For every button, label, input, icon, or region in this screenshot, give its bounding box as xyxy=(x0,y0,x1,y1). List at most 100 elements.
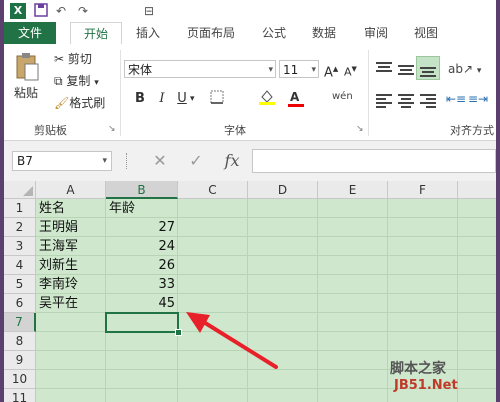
column-header-e[interactable]: E xyxy=(318,181,388,199)
tab-insert[interactable]: 插入 xyxy=(128,22,168,44)
orientation-icon[interactable]: ab↗ ▾ xyxy=(448,60,481,78)
bold-button[interactable]: B xyxy=(132,90,148,108)
italic-button[interactable]: I xyxy=(154,90,170,108)
ribbon-separator xyxy=(120,50,121,136)
row-header-8[interactable]: 8 xyxy=(4,332,36,351)
row-header-5[interactable]: 5 xyxy=(4,275,36,294)
align-left-icon[interactable] xyxy=(376,94,392,108)
tab-formulas[interactable]: 公式 xyxy=(256,22,292,44)
row-header-6[interactable]: 6 xyxy=(4,294,36,313)
align-top-icon[interactable] xyxy=(376,62,392,76)
underline-button[interactable]: U xyxy=(174,90,190,108)
font-name-value: 宋体 xyxy=(128,63,153,77)
row-header-1[interactable]: 1 xyxy=(4,199,36,218)
font-dialog-launcher-icon[interactable]: ↘ xyxy=(356,120,364,138)
formula-input[interactable] xyxy=(252,149,496,173)
tab-data[interactable]: 数据 xyxy=(306,22,342,44)
row-header-3[interactable]: 3 xyxy=(4,237,36,256)
cancel-icon[interactable]: ✕ xyxy=(148,151,172,171)
shrink-font-icon[interactable]: A▼ xyxy=(344,60,357,79)
cell-a5[interactable]: 李南玲 xyxy=(39,275,78,294)
insert-function-icon[interactable]: fx xyxy=(220,151,244,171)
cell-a4[interactable]: 刘新生 xyxy=(39,256,78,275)
chevron-down-icon: ▾ xyxy=(311,65,316,75)
clipboard-group-label: 剪贴板 xyxy=(34,124,67,137)
row-header-7[interactable]: 7 xyxy=(4,313,36,332)
cell-a3[interactable]: 王海军 xyxy=(39,237,78,256)
font-size-select[interactable]: 11 ▾ xyxy=(279,60,319,78)
watermark-logo: 脚本之家 JB51.Net xyxy=(390,358,490,396)
name-box[interactable]: B7 ▾ xyxy=(12,151,112,171)
tab-page-layout[interactable]: 页面布局 xyxy=(180,22,242,44)
font-color-icon[interactable]: A xyxy=(288,88,304,107)
cell-a6[interactable]: 吴平在 xyxy=(39,294,78,313)
copy-icon: ⧉ xyxy=(54,74,63,88)
cell-a1[interactable]: 姓名 xyxy=(39,199,65,218)
tab-home[interactable]: 开始 xyxy=(70,22,122,46)
format-painter-button[interactable]: 🖌格式刷 xyxy=(54,94,105,112)
row-header-4[interactable]: 4 xyxy=(4,256,36,275)
column-header-c[interactable]: C xyxy=(178,181,248,199)
row-header-10[interactable]: 10 xyxy=(4,370,36,389)
tab-view[interactable]: 视图 xyxy=(408,22,444,44)
watermark-line2: JB51.Net xyxy=(394,378,458,393)
copy-button[interactable]: ⧉ 复制 ▾ xyxy=(54,72,99,90)
name-box-value: B7 xyxy=(17,154,33,168)
active-cell-b7[interactable] xyxy=(105,312,179,333)
watermark-line1: 脚本之家 xyxy=(390,361,446,377)
column-header-f[interactable]: F xyxy=(388,181,458,199)
title-bar: X ↶ ↷ ⊟ xyxy=(4,0,496,22)
font-name-select[interactable]: 宋体 ▾ xyxy=(124,60,276,78)
chevron-down-icon[interactable]: ▾ xyxy=(190,90,195,108)
tab-file[interactable]: 文件 xyxy=(4,22,56,44)
redo-icon[interactable]: ↷ xyxy=(78,3,88,19)
undo-icon[interactable]: ↶ xyxy=(56,3,66,19)
paste-icon[interactable] xyxy=(14,52,40,82)
decrease-indent-icon[interactable]: ⇤≡ xyxy=(446,90,466,108)
cell-b1[interactable]: 年龄 xyxy=(109,199,135,218)
cell-a2[interactable]: 王明娟 xyxy=(39,218,78,237)
row-header-2[interactable]: 2 xyxy=(4,218,36,237)
phonetic-guide-icon[interactable]: wén xyxy=(332,88,353,106)
select-all-corner[interactable] xyxy=(4,181,36,199)
scissors-icon: ✂ xyxy=(54,52,65,66)
cut-label: 剪切 xyxy=(67,52,92,66)
clipboard-dialog-launcher-icon[interactable]: ↘ xyxy=(108,120,116,138)
grow-font-icon[interactable]: A▲ xyxy=(324,60,338,80)
ribbon-home: 粘贴 ✂ 剪切 ⧉ 复制 ▾ 🖌格式刷 剪贴板 ↘ 宋体 ▾ 11 ▾ A▲ A… xyxy=(4,44,496,141)
column-header-g[interactable] xyxy=(458,181,496,199)
align-right-icon[interactable] xyxy=(420,94,436,108)
column-header-d[interactable]: D xyxy=(248,181,318,199)
column-header-a[interactable]: A xyxy=(36,181,106,199)
name-box-resize-handle[interactable] xyxy=(126,153,129,169)
ribbon-separator xyxy=(368,50,369,136)
gridline xyxy=(317,199,318,402)
align-center-icon[interactable] xyxy=(398,94,414,108)
column-header-b[interactable]: B xyxy=(106,181,178,199)
save-icon[interactable] xyxy=(34,3,48,19)
row-header-11[interactable]: 11 xyxy=(4,389,36,402)
align-bottom-button[interactable] xyxy=(416,56,440,80)
cell-b5[interactable]: 33 xyxy=(106,275,175,294)
fill-color-icon[interactable] xyxy=(258,88,276,106)
tab-review[interactable]: 审阅 xyxy=(358,22,394,44)
enter-icon[interactable]: ✓ xyxy=(184,151,208,171)
borders-icon[interactable] xyxy=(210,90,224,108)
cell-b2[interactable]: 27 xyxy=(106,218,175,237)
worksheet-grid: A B C D E F 1 2 3 4 5 6 7 8 9 10 11 姓名 年… xyxy=(4,181,496,402)
formula-bar: B7 ▾ ✕ ✓ fx xyxy=(4,141,496,181)
align-bottom-icon xyxy=(420,61,436,77)
excel-window: X ↶ ↷ ⊟ 文件 开始 插入 页面布局 公式 数据 审阅 视图 粘贴 ✂ 剪… xyxy=(4,0,496,402)
paste-label[interactable]: 粘贴 xyxy=(14,84,38,102)
align-middle-icon[interactable] xyxy=(398,62,414,76)
copy-label: 复制 xyxy=(66,74,91,88)
font-group-label: 字体 xyxy=(224,124,246,137)
cut-button[interactable]: ✂ 剪切 xyxy=(54,50,92,68)
phonetic-label: wén xyxy=(332,91,353,102)
customize-qat-icon[interactable]: ⊟ xyxy=(144,3,154,19)
increase-indent-icon[interactable]: ≡⇥ xyxy=(468,90,488,108)
row-header-9[interactable]: 9 xyxy=(4,351,36,370)
cell-b4[interactable]: 26 xyxy=(106,256,175,275)
cell-b6[interactable]: 45 xyxy=(106,294,175,313)
cell-b3[interactable]: 24 xyxy=(106,237,175,256)
